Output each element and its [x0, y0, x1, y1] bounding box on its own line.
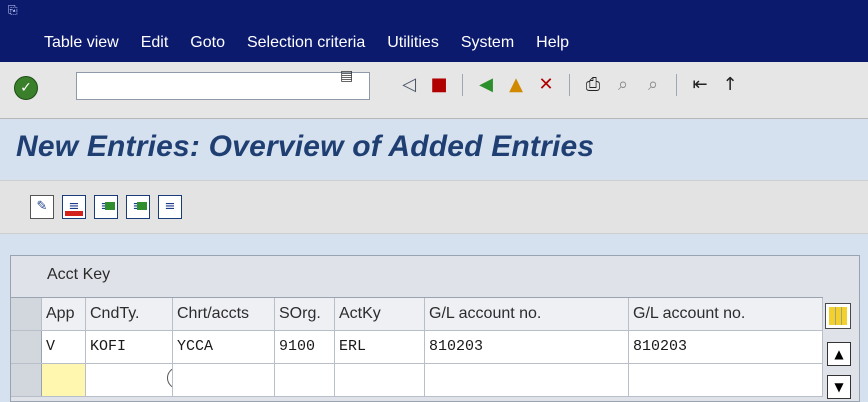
change-icon[interactable]: ✎ — [30, 195, 54, 219]
delete-icon[interactable]: ≡ — [62, 195, 86, 219]
first-page-icon[interactable]: ⇤ — [689, 74, 711, 96]
cell-actky[interactable]: ERL — [335, 331, 425, 363]
cell-gl-account-1[interactable] — [425, 364, 629, 396]
table-header-row: App CndTy. Chrt/accts SOrg. ActKy G/L ac… — [11, 298, 823, 331]
cell-app[interactable]: V — [42, 331, 86, 363]
menu-system[interactable]: System — [461, 34, 514, 52]
enter-button[interactable]: ✓ — [14, 76, 38, 100]
back-icon[interactable]: ◁ — [398, 74, 420, 96]
cancel-icon[interactable]: ✕ — [535, 74, 557, 96]
exit-icon[interactable]: ▲ — [505, 74, 527, 96]
table-row: V KOFI YCCA 9100 ERL 810203 810203 — [11, 331, 823, 364]
menu-items: Table view Edit Goto Selection criteria … — [44, 34, 569, 52]
menu-utilities[interactable]: Utilities — [387, 34, 439, 52]
application-toolbar: ✎ ≡ ≡ ≡ ≡ — [0, 180, 868, 234]
green-back-icon[interactable]: ◀ — [475, 74, 497, 96]
cell-gl-account-2[interactable]: 810203 — [629, 331, 823, 363]
command-history-icon[interactable]: ▤ — [340, 68, 353, 84]
row-selector[interactable] — [11, 364, 42, 396]
column-settings-icon[interactable] — [825, 303, 851, 329]
cell-cndty[interactable]: ⊡ — [86, 364, 173, 396]
cell-app[interactable] — [42, 364, 86, 396]
command-field[interactable] — [76, 72, 370, 100]
scroll-down-icon[interactable]: ▼ — [827, 375, 851, 399]
menu-table-view[interactable]: Table view — [44, 34, 119, 52]
cell-cndty[interactable]: KOFI — [86, 331, 173, 363]
column-header-gl-account-1[interactable]: G/L account no. — [425, 298, 629, 330]
menu-edit[interactable]: Edit — [141, 34, 169, 52]
page-title: New Entries: Overview of Added Entries — [16, 130, 595, 163]
select-all-rows-button[interactable] — [11, 298, 42, 330]
menu-selection-criteria[interactable]: Selection criteria — [247, 34, 365, 52]
column-header-actky[interactable]: ActKy — [335, 298, 425, 330]
cell-actky[interactable] — [335, 364, 425, 396]
save-icon[interactable]: ■ — [428, 74, 450, 96]
separator — [462, 74, 463, 96]
cell-sorg[interactable]: 9100 — [275, 331, 335, 363]
system-toolbar: ✓ ▤ ◁ ■ ◀ ▲ ✕ ⎙ ⌕ ⌕ ⇤ ↑ — [0, 62, 868, 119]
data-grid: App CndTy. Chrt/accts SOrg. ActKy G/L ac… — [11, 297, 823, 397]
cell-gl-account-2[interactable] — [629, 364, 823, 396]
previous-page-icon[interactable]: ↑ — [719, 74, 741, 96]
cell-chrt-accts[interactable] — [173, 364, 275, 396]
column-header-cndty[interactable]: CndTy. — [86, 298, 173, 330]
deselect-all-icon[interactable]: ≡ — [158, 195, 182, 219]
column-header-sorg[interactable]: SOrg. — [275, 298, 335, 330]
table-row: ⊡ — [11, 364, 823, 397]
menu-bar: ⎘ Table view Edit Goto Selection criteri… — [0, 0, 868, 62]
column-header-gl-account-2[interactable]: G/L account no. — [629, 298, 823, 330]
application-toolbar-icons: ✎ ≡ ≡ ≡ ≡ — [30, 195, 182, 219]
separator — [676, 74, 677, 96]
select-block-icon[interactable]: ≡ — [126, 195, 150, 219]
table-control: Acct Key App CndTy. Chrt/accts SOrg. Act… — [10, 255, 860, 402]
column-header-chrt-accts[interactable]: Chrt/accts — [173, 298, 275, 330]
scroll-up-icon[interactable]: ▲ — [827, 342, 851, 366]
cell-chrt-accts[interactable]: YCCA — [173, 331, 275, 363]
select-all-icon[interactable]: ≡ — [94, 195, 118, 219]
window-menu-icon[interactable]: ⎘ — [8, 3, 20, 17]
table-title: Acct Key — [47, 266, 111, 283]
toolbar-icons: ◁ ■ ◀ ▲ ✕ ⎙ ⌕ ⌕ ⇤ ↑ — [398, 74, 741, 96]
find-next-icon[interactable]: ⌕ — [642, 74, 664, 96]
cell-sorg[interactable] — [275, 364, 335, 396]
separator — [569, 74, 570, 96]
row-selector[interactable] — [11, 331, 42, 363]
find-icon[interactable]: ⌕ — [612, 74, 634, 96]
column-header-app[interactable]: App — [42, 298, 86, 330]
menu-help[interactable]: Help — [536, 34, 569, 52]
menu-goto[interactable]: Goto — [190, 34, 225, 52]
cell-gl-account-1[interactable]: 810203 — [425, 331, 629, 363]
print-icon[interactable]: ⎙ — [582, 74, 604, 96]
